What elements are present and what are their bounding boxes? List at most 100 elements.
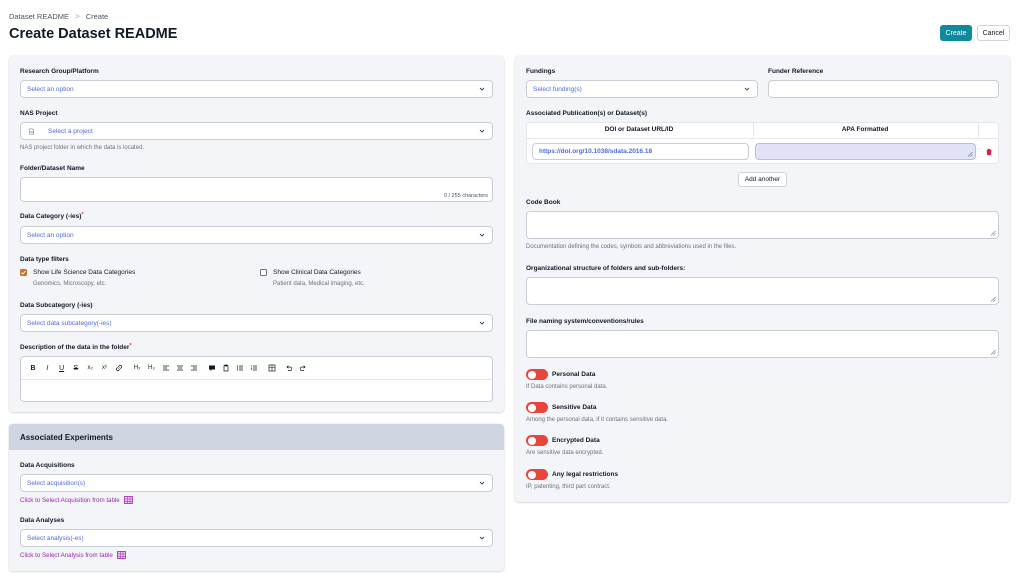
undo-icon (286, 365, 293, 371)
heading3-button[interactable]: H₃ (145, 362, 157, 374)
code-book-hint: Documentation defining the codes, symbol… (526, 244, 737, 250)
chevron-down-icon (479, 536, 485, 540)
heading2-button[interactable]: H₂ (131, 362, 143, 374)
underline-button[interactable]: U (56, 362, 68, 374)
description-label-text: Description of the data in the folder (20, 344, 130, 351)
subscript-button[interactable]: x₂ (84, 362, 96, 374)
nas-project-select[interactable]: Select a project (20, 122, 493, 140)
bold-button[interactable]: B (27, 362, 39, 374)
description-label: Description of the data in the folder* (20, 343, 132, 351)
sensitive-data-toggle[interactable] (526, 402, 548, 413)
life-science-label: Show Life Science Data Categories (33, 269, 136, 276)
research-group-select[interactable]: Select an option (20, 80, 493, 98)
research-group-placeholder: Select an option (27, 85, 74, 93)
fundings-select[interactable]: Select funding(s) (526, 80, 758, 98)
folder-name-counter: 0 / 255 characters (443, 193, 488, 199)
chevron-down-icon (479, 87, 485, 91)
apa-input[interactable] (755, 143, 976, 160)
required-marker: * (81, 212, 84, 218)
doi-column-header: DOI or Dataset URL/ID (604, 126, 674, 133)
naming-textarea[interactable] (526, 330, 999, 358)
resize-handle-icon (990, 349, 996, 355)
resize-handle-icon (990, 296, 996, 302)
subcategory-select[interactable]: Select data subcategory(-ies) (20, 314, 493, 332)
data-category-label: Data Category (-ies)* (20, 212, 84, 220)
check-icon (21, 270, 26, 275)
align-left-icon (162, 365, 169, 371)
clinical-label: Show Clinical Data Categories (273, 269, 361, 276)
cancel-button[interactable]: Cancel (977, 25, 1010, 41)
resize-handle-icon (990, 230, 996, 236)
chevron-down-icon (744, 87, 750, 91)
data-type-filters-label: Data type filters (20, 256, 69, 263)
clipboard-icon (223, 364, 229, 372)
data-category-select[interactable]: Select an option (20, 226, 493, 244)
life-science-checkbox[interactable] (20, 269, 27, 276)
chevron-down-icon (479, 321, 485, 325)
align-left-button[interactable] (160, 362, 172, 374)
bullet-list-button[interactable] (234, 362, 246, 374)
clipboard-button[interactable] (220, 362, 232, 374)
comment-button[interactable] (206, 362, 218, 374)
align-center-icon (176, 365, 183, 371)
subcategory-label: Data Subcategory (-ies) (20, 302, 93, 309)
analyses-label: Data Analyses (20, 517, 65, 524)
nas-project-hint: NAS project folder in which the data is … (20, 145, 145, 151)
fundings-label: Fundings (526, 68, 556, 75)
link-button[interactable] (113, 362, 125, 374)
publications-label: Associated Publication(s) or Dataset(s) (526, 110, 647, 117)
encrypted-data-label: Encrypted Data (552, 437, 600, 444)
superscript-button[interactable]: x² (98, 362, 110, 374)
table-button[interactable] (266, 362, 278, 374)
select-acquisition-link[interactable]: Click to Select Acquisition from table (20, 496, 133, 504)
legal-restrictions-label: Any legal restrictions (552, 471, 619, 478)
add-another-button[interactable]: Add another (738, 172, 787, 187)
personal-data-hint: If Data contains personal data. (526, 384, 608, 390)
research-group-label: Research Group/Platform (20, 68, 99, 75)
acquisitions-label: Data Acquisitions (20, 462, 75, 469)
acquisitions-placeholder: Select acquisition(s) (27, 479, 86, 487)
data-category-placeholder: Select an option (27, 231, 74, 239)
acquisitions-select[interactable]: Select acquisition(s) (20, 474, 493, 492)
encrypted-data-toggle[interactable] (526, 435, 548, 446)
naming-label: File naming system/conventions/rules (526, 318, 644, 325)
breadcrumb-current: Create (85, 12, 109, 21)
align-right-button[interactable] (188, 362, 200, 374)
legal-restrictions-toggle[interactable] (526, 469, 548, 480)
folder-name-input[interactable]: 0 / 255 characters (20, 177, 493, 202)
encrypted-data-hint: Are sensitive data encrypted. (526, 450, 604, 456)
personal-data-toggle[interactable] (526, 369, 548, 380)
trash-icon[interactable] (985, 148, 993, 156)
undo-button[interactable] (283, 362, 295, 374)
table-icon (268, 364, 276, 372)
table-icon (116, 551, 126, 559)
ordered-list-button[interactable] (248, 362, 260, 374)
chevron-down-icon (479, 481, 485, 485)
analyses-select[interactable]: Select analysis(-es) (20, 529, 493, 547)
bullet-list-icon (237, 365, 244, 371)
chevron-down-icon (479, 129, 485, 133)
page-title: Create Dataset README (9, 26, 178, 42)
clinical-checkbox[interactable] (260, 269, 267, 276)
breadcrumb-root[interactable]: Dataset README (9, 12, 69, 21)
org-structure-textarea[interactable] (526, 277, 999, 305)
strikethrough-button[interactable]: S (70, 362, 82, 374)
table-header-divider (527, 138, 998, 139)
italic-button[interactable]: I (41, 362, 53, 374)
redo-button[interactable] (297, 362, 309, 374)
code-book-textarea[interactable] (526, 211, 999, 239)
chevron-down-icon (479, 233, 485, 237)
legal-restrictions-hint: IP, patenting, third part contract. (526, 484, 611, 490)
funder-reference-input[interactable] (768, 80, 999, 98)
sensitive-data-hint: Among the personal data, if it contains … (526, 417, 669, 423)
select-acquisition-link-text: Click to Select Acquisition from table (20, 496, 120, 504)
data-category-label-text: Data Category (-ies) (20, 213, 82, 220)
doi-input[interactable]: https://doi.org/10.1038/sdata.2016.18 (532, 143, 749, 160)
nas-project-label: NAS Project (20, 110, 58, 117)
file-icon (29, 128, 34, 134)
select-analysis-link[interactable]: Click to Select Analysis from table (20, 551, 126, 559)
align-center-button[interactable] (174, 362, 186, 374)
doi-input-value: https://doi.org/10.1038/sdata.2016.18 (539, 148, 653, 155)
create-button[interactable]: Create (940, 25, 972, 41)
code-book-label: Code Book (526, 199, 561, 206)
